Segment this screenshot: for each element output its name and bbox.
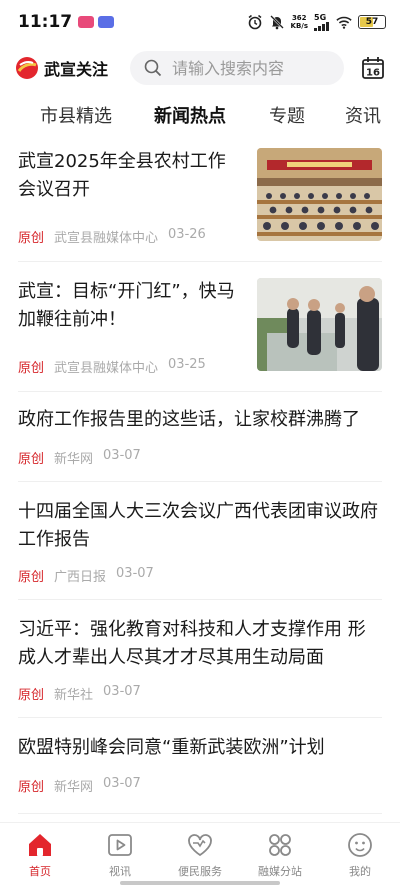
original-tag: 原创	[18, 231, 45, 246]
app-name: 武宣关注	[44, 60, 109, 79]
svg-text:16: 16	[366, 68, 380, 79]
tab-news-hotspot[interactable]: 新闻热点	[154, 102, 226, 128]
profile-icon	[348, 833, 372, 857]
tab-city-county-picks[interactable]: 市县精选	[40, 102, 112, 128]
nav-label: 首页	[29, 865, 51, 878]
news-meta: 原创 武宣县融媒体中心 03-26	[18, 227, 206, 246]
nav-profile[interactable]: 我的	[320, 823, 400, 889]
heart-service-icon	[188, 834, 212, 857]
mute-bell-icon	[269, 14, 285, 30]
network-speed: 362 KB/s	[290, 14, 308, 30]
news-item[interactable]: 武宣：目标“开门红”，快马加鞭往前冲！ 原创 武宣县融媒体中心 03-25	[18, 270, 382, 392]
home-indicator[interactable]	[120, 881, 280, 885]
news-title: 习近平：强化教育对科技和人才支撑作用 形成人才辈出人尽其才才尽其用生动局面	[18, 619, 366, 668]
news-item[interactable]: 十四届全国人大三次会议广西代表团审议政府工作报告 原创 广西日报 03-07	[18, 482, 382, 600]
news-meta: 原创 新华网 03-07	[18, 448, 141, 467]
news-item[interactable]: 武宣2025年全县农村工作会议召开 原创 武宣县融媒体中心 03-26	[18, 140, 382, 262]
status-bar: 11:17 362 KB/s 5G 57	[0, 0, 400, 44]
bottom-navigation: 首页 视讯 便民服务 融媒分站 我的	[0, 822, 400, 889]
news-source: 武宣县融媒体中心	[54, 231, 159, 246]
battery-indicator: 57	[358, 15, 386, 29]
original-tag: 原创	[18, 570, 45, 585]
search-bar[interactable]	[130, 51, 345, 85]
nav-label: 我的	[349, 865, 371, 878]
nav-label: 视讯	[109, 865, 131, 878]
tab-topics[interactable]: 专题	[269, 102, 305, 128]
news-thumbnail	[257, 148, 382, 241]
news-date: 03-26	[168, 227, 206, 242]
news-date: 03-07	[103, 448, 141, 463]
app-notification-icon-2	[98, 16, 115, 28]
news-source: 新华网	[54, 452, 94, 467]
news-title: 欧盟特别峰会同意“重新武装欧洲”计划	[18, 737, 325, 758]
news-meta: 原创 新华社 03-07	[18, 684, 141, 703]
news-meta: 原创 新华网 03-07	[18, 776, 141, 795]
nav-stations[interactable]: 融媒分站	[240, 823, 320, 889]
news-title: 政府工作报告里的这些话，让家校群沸腾了	[18, 409, 360, 430]
news-item[interactable]: 欧盟特别峰会同意“重新武装欧洲”计划 原创 新华网 03-07	[18, 718, 382, 814]
news-date: 03-07	[116, 566, 154, 581]
network-type-label: 5G	[314, 13, 327, 22]
news-source: 新华社	[54, 688, 94, 703]
video-icon	[108, 834, 132, 856]
grid-station-icon	[269, 834, 291, 856]
news-item[interactable]: 政府工作报告里的这些话，让家校群沸腾了 原创 新华网 03-07	[18, 392, 382, 482]
news-source: 新华网	[54, 780, 94, 795]
news-title: 武宣2025年全县农村工作会议召开	[18, 151, 226, 200]
tab-info[interactable]: 资讯	[345, 102, 381, 128]
news-meta: 原创 武宣县融媒体中心 03-25	[18, 357, 206, 376]
original-tag: 原创	[18, 361, 45, 376]
news-date: 03-07	[103, 684, 141, 699]
logo-icon	[16, 57, 38, 79]
calendar-icon[interactable]: 16	[360, 55, 386, 81]
nav-label: 便民服务	[178, 865, 222, 878]
news-thumbnail	[257, 278, 382, 371]
search-input[interactable]	[172, 58, 343, 78]
news-source: 武宣县融媒体中心	[54, 361, 159, 376]
category-tabs: 市县精选 新闻热点 专题 资讯	[0, 98, 400, 130]
original-tag: 原创	[18, 780, 45, 795]
wifi-icon	[336, 14, 352, 30]
news-item[interactable]: 习近平：强化教育对科技和人才支撑作用 形成人才辈出人尽其才才尽其用生动局面 原创…	[18, 600, 382, 718]
news-date: 03-07	[103, 776, 141, 791]
nav-label: 融媒分站	[258, 865, 302, 878]
news-source: 广西日报	[54, 570, 107, 585]
nav-video[interactable]: 视讯	[80, 823, 160, 889]
app-header: 武宣关注 16	[0, 44, 400, 92]
news-title: 武宣：目标“开门红”，快马加鞭往前冲！	[18, 281, 235, 330]
nav-services[interactable]: 便民服务	[160, 823, 240, 889]
app-notification-icon	[78, 16, 95, 28]
original-tag: 原创	[18, 452, 45, 467]
news-title: 十四届全国人大三次会议广西代表团审议政府工作报告	[18, 501, 378, 550]
cellular-signal-icon: 5G	[314, 13, 330, 31]
news-meta: 原创 广西日报 03-07	[18, 566, 154, 585]
status-time: 11:17	[18, 12, 73, 32]
alarm-icon	[247, 14, 263, 30]
nav-home[interactable]: 首页	[0, 823, 80, 889]
news-date: 03-25	[168, 357, 206, 372]
home-icon	[29, 834, 51, 856]
original-tag: 原创	[18, 688, 45, 703]
app-logo[interactable]: 武宣关注	[14, 55, 108, 81]
search-icon	[144, 59, 162, 77]
